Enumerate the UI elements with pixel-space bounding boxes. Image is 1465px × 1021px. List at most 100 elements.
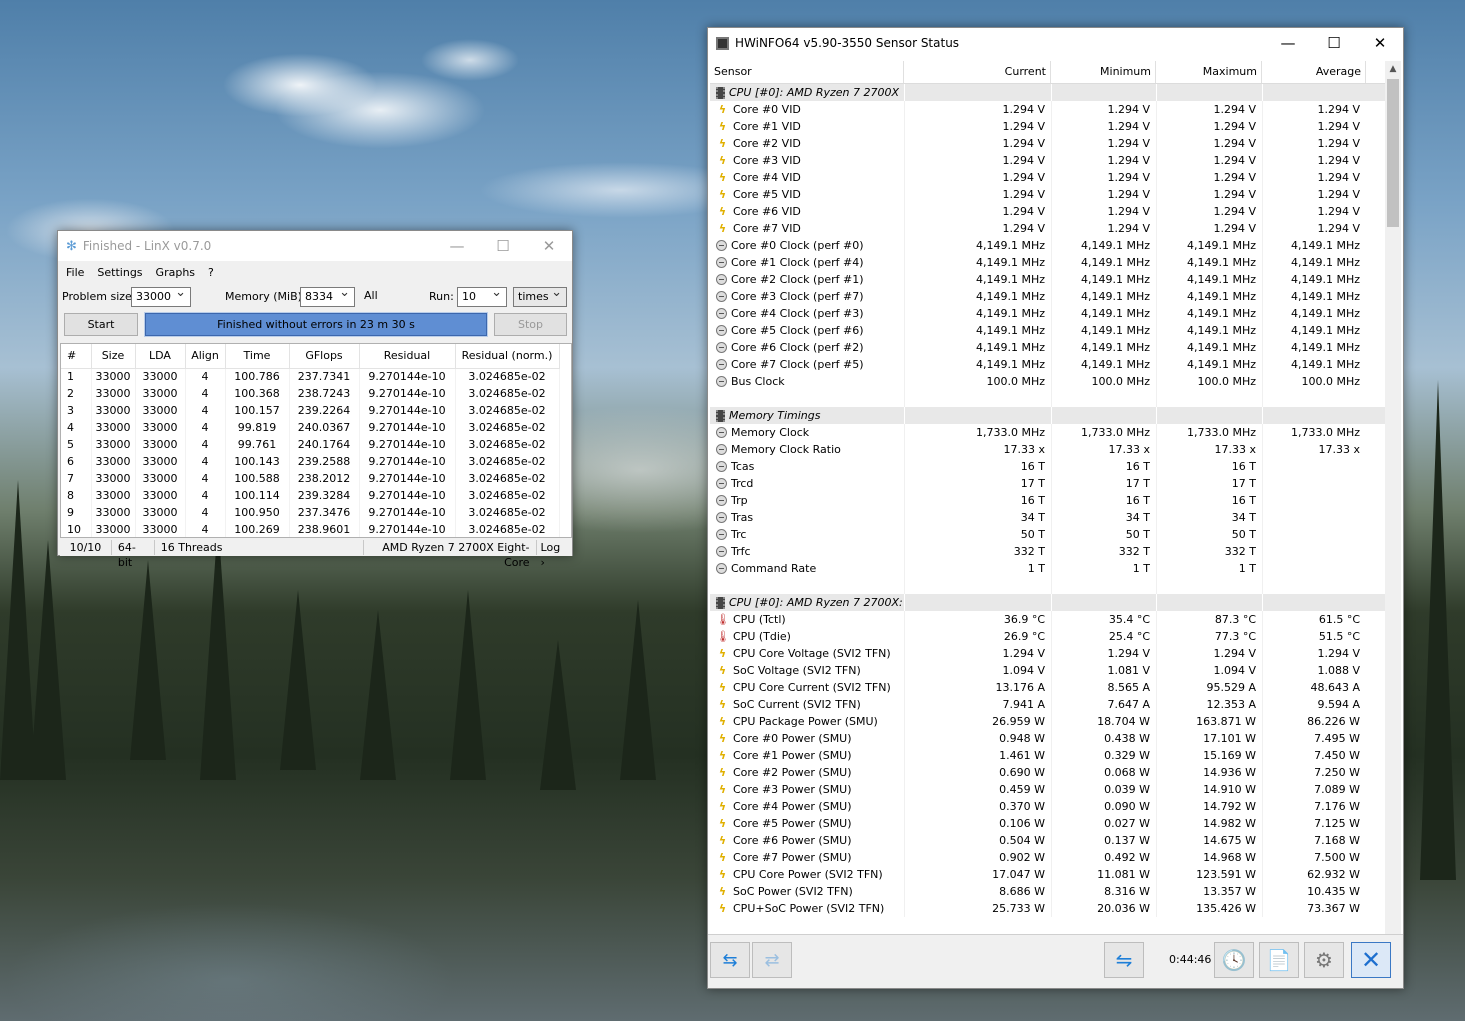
sensor-group[interactable]: Memory Timings <box>710 407 1386 424</box>
menu-graphs[interactable]: Graphs <box>156 266 195 279</box>
sensor-row[interactable]: ϟ SoC Current (SVI2 TFN) 7.941 A 7.647 A 12.… <box>710 696 1386 713</box>
run-select[interactable]: 10 <box>457 286 507 307</box>
hw-maximize-button[interactable]: ☐ <box>1311 28 1357 58</box>
sensor-row[interactable]: ϟ CPU Core Current (SVI2 TFN) 13.176 A 8.56… <box>710 679 1386 696</box>
sensor-row[interactable]: ϟ Core #1 Power (SMU) 1.461 W 0.329 W 15.169… <box>710 747 1386 764</box>
col-current[interactable]: Current <box>904 61 1051 83</box>
vertical-scrollbar[interactable]: ▲ ▼ <box>1385 61 1401 956</box>
sensor-row[interactable]: Tras 34 T 34 T 34 T <box>710 509 1386 526</box>
sensor-row[interactable]: ϟ Core #4 Power (SMU) 0.370 W 0.090 W 14.792… <box>710 798 1386 815</box>
sensor-row[interactable]: Trfc 332 T 332 T 332 T <box>710 543 1386 560</box>
clock-icon[interactable]: 🕓 <box>1214 942 1254 978</box>
sensor-row[interactable]: ϟ Core #1 VID 1.294 V 1.294 V 1.294 V 1.294 V <box>710 118 1386 135</box>
menu-help[interactable]: ? <box>208 266 214 279</box>
memory-select[interactable]: 8334 <box>300 286 355 307</box>
memory-all-link[interactable]: All <box>364 289 378 302</box>
sensor-row[interactable]: ϟ CPU Core Voltage (SVI2 TFN) 1.294 V 1.294… <box>710 645 1386 662</box>
log-button[interactable]: Log › <box>537 540 572 569</box>
linx-titlebar[interactable]: ✻ Finished - LinX v0.7.0 — ☐ ✕ <box>58 231 572 261</box>
sensor-row[interactable]: Core #0 Clock (perf #0) 4,149.1 MHz 4,149.… <box>710 237 1386 254</box>
col-header[interactable]: Align <box>185 344 226 369</box>
col-header[interactable]: Residual <box>359 344 456 369</box>
table-row[interactable]: 5 33000 33000 4 99.761 240.1764 9.270144e-10 3.… <box>61 436 560 453</box>
sensor-row[interactable]: ϟ Core #3 VID 1.294 V 1.294 V 1.294 V 1.294 V <box>710 152 1386 169</box>
stop-button[interactable]: Stop <box>494 313 567 336</box>
sensor-row[interactable]: ϟ Core #0 Power (SMU) 0.948 W 0.438 W 17.101… <box>710 730 1386 747</box>
sensor-row[interactable]: ϟ Core #5 VID 1.294 V 1.294 V 1.294 V 1.294 V <box>710 186 1386 203</box>
sensor-row[interactable]: Trp 16 T 16 T 16 T <box>710 492 1386 509</box>
sensor-row[interactable]: ϟ Core #7 Power (SMU) 0.902 W 0.492 W 14.968… <box>710 849 1386 866</box>
sensor-row[interactable]: Bus Clock 100.0 MHz 100.0 MHz 100.0 MHz 100.… <box>710 373 1386 390</box>
sensor-row[interactable]: ϟ Core #6 VID 1.294 V 1.294 V 1.294 V 1.294 V <box>710 203 1386 220</box>
table-row[interactable]: 4 33000 33000 4 99.819 240.0367 9.270144e-10 3.… <box>61 419 560 436</box>
table-row[interactable]: 8 33000 33000 4 100.114 239.3284 9.270144e-10 3… <box>61 487 560 504</box>
scroll-thumb[interactable] <box>1387 79 1399 227</box>
sensor-row[interactable]: ϟ Core #7 VID 1.294 V 1.294 V 1.294 V 1.294 V <box>710 220 1386 237</box>
col-header[interactable]: Time <box>225 344 290 369</box>
close-button[interactable]: ✕ <box>526 231 572 261</box>
network-icon[interactable]: ⇋ <box>1104 942 1144 978</box>
sensor-row[interactable]: Tcas 16 T 16 T 16 T <box>710 458 1386 475</box>
table-row[interactable]: 10 33000 33000 4 100.269 238.9601 9.270144e-10… <box>61 521 560 537</box>
sensor-group[interactable]: CPU [#0]: AMD Ryzen 7 2700X: ... <box>710 594 1386 611</box>
sensor-row[interactable]: ϟ Core #2 Power (SMU) 0.690 W 0.068 W 14.936… <box>710 764 1386 781</box>
table-row[interactable]: 7 33000 33000 4 100.588 238.2012 9.270144e-10 3… <box>61 470 560 487</box>
table-row[interactable]: 2 33000 33000 4 100.368 238.7243 9.270144e-10 3… <box>61 385 560 402</box>
menu-file[interactable]: File <box>66 266 84 279</box>
sensor-row[interactable]: ϟ Core #4 VID 1.294 V 1.294 V 1.294 V 1.294 V <box>710 169 1386 186</box>
col-header[interactable]: LDA <box>135 344 186 369</box>
col-header[interactable]: Size <box>91 344 136 369</box>
table-row[interactable]: 6 33000 33000 4 100.143 239.2588 9.270144e-10 3… <box>61 453 560 470</box>
sensor-row[interactable]: ϟ SoC Power (SVI2 TFN) 8.686 W 8.316 W 13.35… <box>710 883 1386 900</box>
col-header[interactable]: # <box>61 344 92 369</box>
sensor-row[interactable]: Core #4 Clock (perf #3) 4,149.1 MHz 4,149.… <box>710 305 1386 322</box>
table-row[interactable]: 9 33000 33000 4 100.950 237.3476 9.270144e-10 3… <box>61 504 560 521</box>
sensor-row[interactable]: Core #3 Clock (perf #7) 4,149.1 MHz 4,149.… <box>710 288 1386 305</box>
report-add-icon[interactable]: 📄 <box>1259 942 1299 978</box>
sensor-row[interactable]: 🌡 CPU (Tdie) 26.9 °C 25.4 °C 77.3 °C 51.5 °C <box>710 628 1386 645</box>
sensor-row[interactable]: Core #2 Clock (perf #1) 4,149.1 MHz 4,149.… <box>710 271 1386 288</box>
sensor-row[interactable]: Trc 50 T 50 T 50 T <box>710 526 1386 543</box>
hw-close-button[interactable]: ✕ <box>1357 28 1403 58</box>
col-average[interactable]: Average <box>1262 61 1366 83</box>
col-minimum[interactable]: Minimum <box>1051 61 1156 83</box>
sensor-row[interactable]: ϟ Core #3 Power (SMU) 0.459 W 0.039 W 14.910… <box>710 781 1386 798</box>
sensor-row[interactable]: 🌡 CPU (Tctl) 36.9 °C 35.4 °C 87.3 °C 61.5 °C <box>710 611 1386 628</box>
minimize-button[interactable]: — <box>434 231 480 261</box>
table-row[interactable]: 1 33000 33000 4 100.786 237.7341 9.270144e-10 3… <box>61 368 560 385</box>
sensor-row[interactable]: ϟ CPU Package Power (SMU) 26.959 W 18.704 W… <box>710 713 1386 730</box>
sensor-row[interactable]: Trcd 17 T 17 T 17 T <box>710 475 1386 492</box>
sensor-row[interactable]: ϟ Core #5 Power (SMU) 0.106 W 0.027 W 14.982… <box>710 815 1386 832</box>
close-x-icon[interactable]: ✕ <box>1351 942 1391 978</box>
sensor-group[interactable]: CPU [#0]: AMD Ryzen 7 2700X <box>710 84 1386 101</box>
hw-minimize-button[interactable]: — <box>1265 28 1311 58</box>
col-header[interactable]: GFlops <box>289 344 360 369</box>
maximize-button[interactable]: ☐ <box>480 231 526 261</box>
sensor-row[interactable]: Core #5 Clock (perf #6) 4,149.1 MHz 4,149.… <box>710 322 1386 339</box>
scroll-up-icon[interactable]: ▲ <box>1385 61 1401 77</box>
collapse-arrows-icon[interactable]: ⇄ <box>752 942 792 978</box>
menu-settings[interactable]: Settings <box>97 266 142 279</box>
run-unit-select[interactable]: times <box>513 286 567 307</box>
sensor-row[interactable]: ϟ Core #0 VID 1.294 V 1.294 V 1.294 V 1.294 V <box>710 101 1386 118</box>
sensor-row[interactable]: ϟ Core #2 VID 1.294 V 1.294 V 1.294 V 1.294 V <box>710 135 1386 152</box>
problem-size-select[interactable]: 33000 <box>131 286 191 307</box>
sensor-row[interactable]: ϟ SoC Voltage (SVI2 TFN) 1.094 V 1.081 V 1.0… <box>710 662 1386 679</box>
sensor-row[interactable]: Core #7 Clock (perf #5) 4,149.1 MHz 4,149.… <box>710 356 1386 373</box>
start-button[interactable]: Start <box>64 313 138 336</box>
sensor-row[interactable]: Core #1 Clock (perf #4) 4,149.1 MHz 4,149.… <box>710 254 1386 271</box>
sensor-row[interactable]: Memory Clock 1,733.0 MHz 1,733.0 MHz 1,733.… <box>710 424 1386 441</box>
sensor-row[interactable]: ϟ CPU Core Power (SVI2 TFN) 17.047 W 11.081… <box>710 866 1386 883</box>
sensor-row[interactable]: ϟ Core #6 Power (SMU) 0.504 W 0.137 W 14.675… <box>710 832 1386 849</box>
expand-arrows-icon[interactable]: ⇆ <box>710 942 750 978</box>
col-maximum[interactable]: Maximum <box>1156 61 1262 83</box>
settings-gear-icon[interactable]: ⚙ <box>1304 942 1344 978</box>
sensor-row[interactable]: Core #6 Clock (perf #2) 4,149.1 MHz 4,149.… <box>710 339 1386 356</box>
table-row[interactable]: 3 33000 33000 4 100.157 239.2264 9.270144e-10 3… <box>61 402 560 419</box>
col-header[interactable]: Residual (norm.) <box>455 344 560 369</box>
hwinfo-titlebar[interactable]: HWiNFO64 v5.90-3550 Sensor Status — ☐ ✕ <box>708 28 1403 58</box>
col-sensor[interactable]: Sensor <box>710 61 904 83</box>
sensor-row[interactable]: Memory Clock Ratio 17.33 x 17.33 x 17.33 x1… <box>710 441 1386 458</box>
sensor-row[interactable]: Command Rate 1 T1 T1 T <box>710 560 1386 577</box>
sensor-row[interactable]: ϟ CPU+SoC Power (SVI2 TFN) 25.733 W 20.036 … <box>710 900 1386 917</box>
